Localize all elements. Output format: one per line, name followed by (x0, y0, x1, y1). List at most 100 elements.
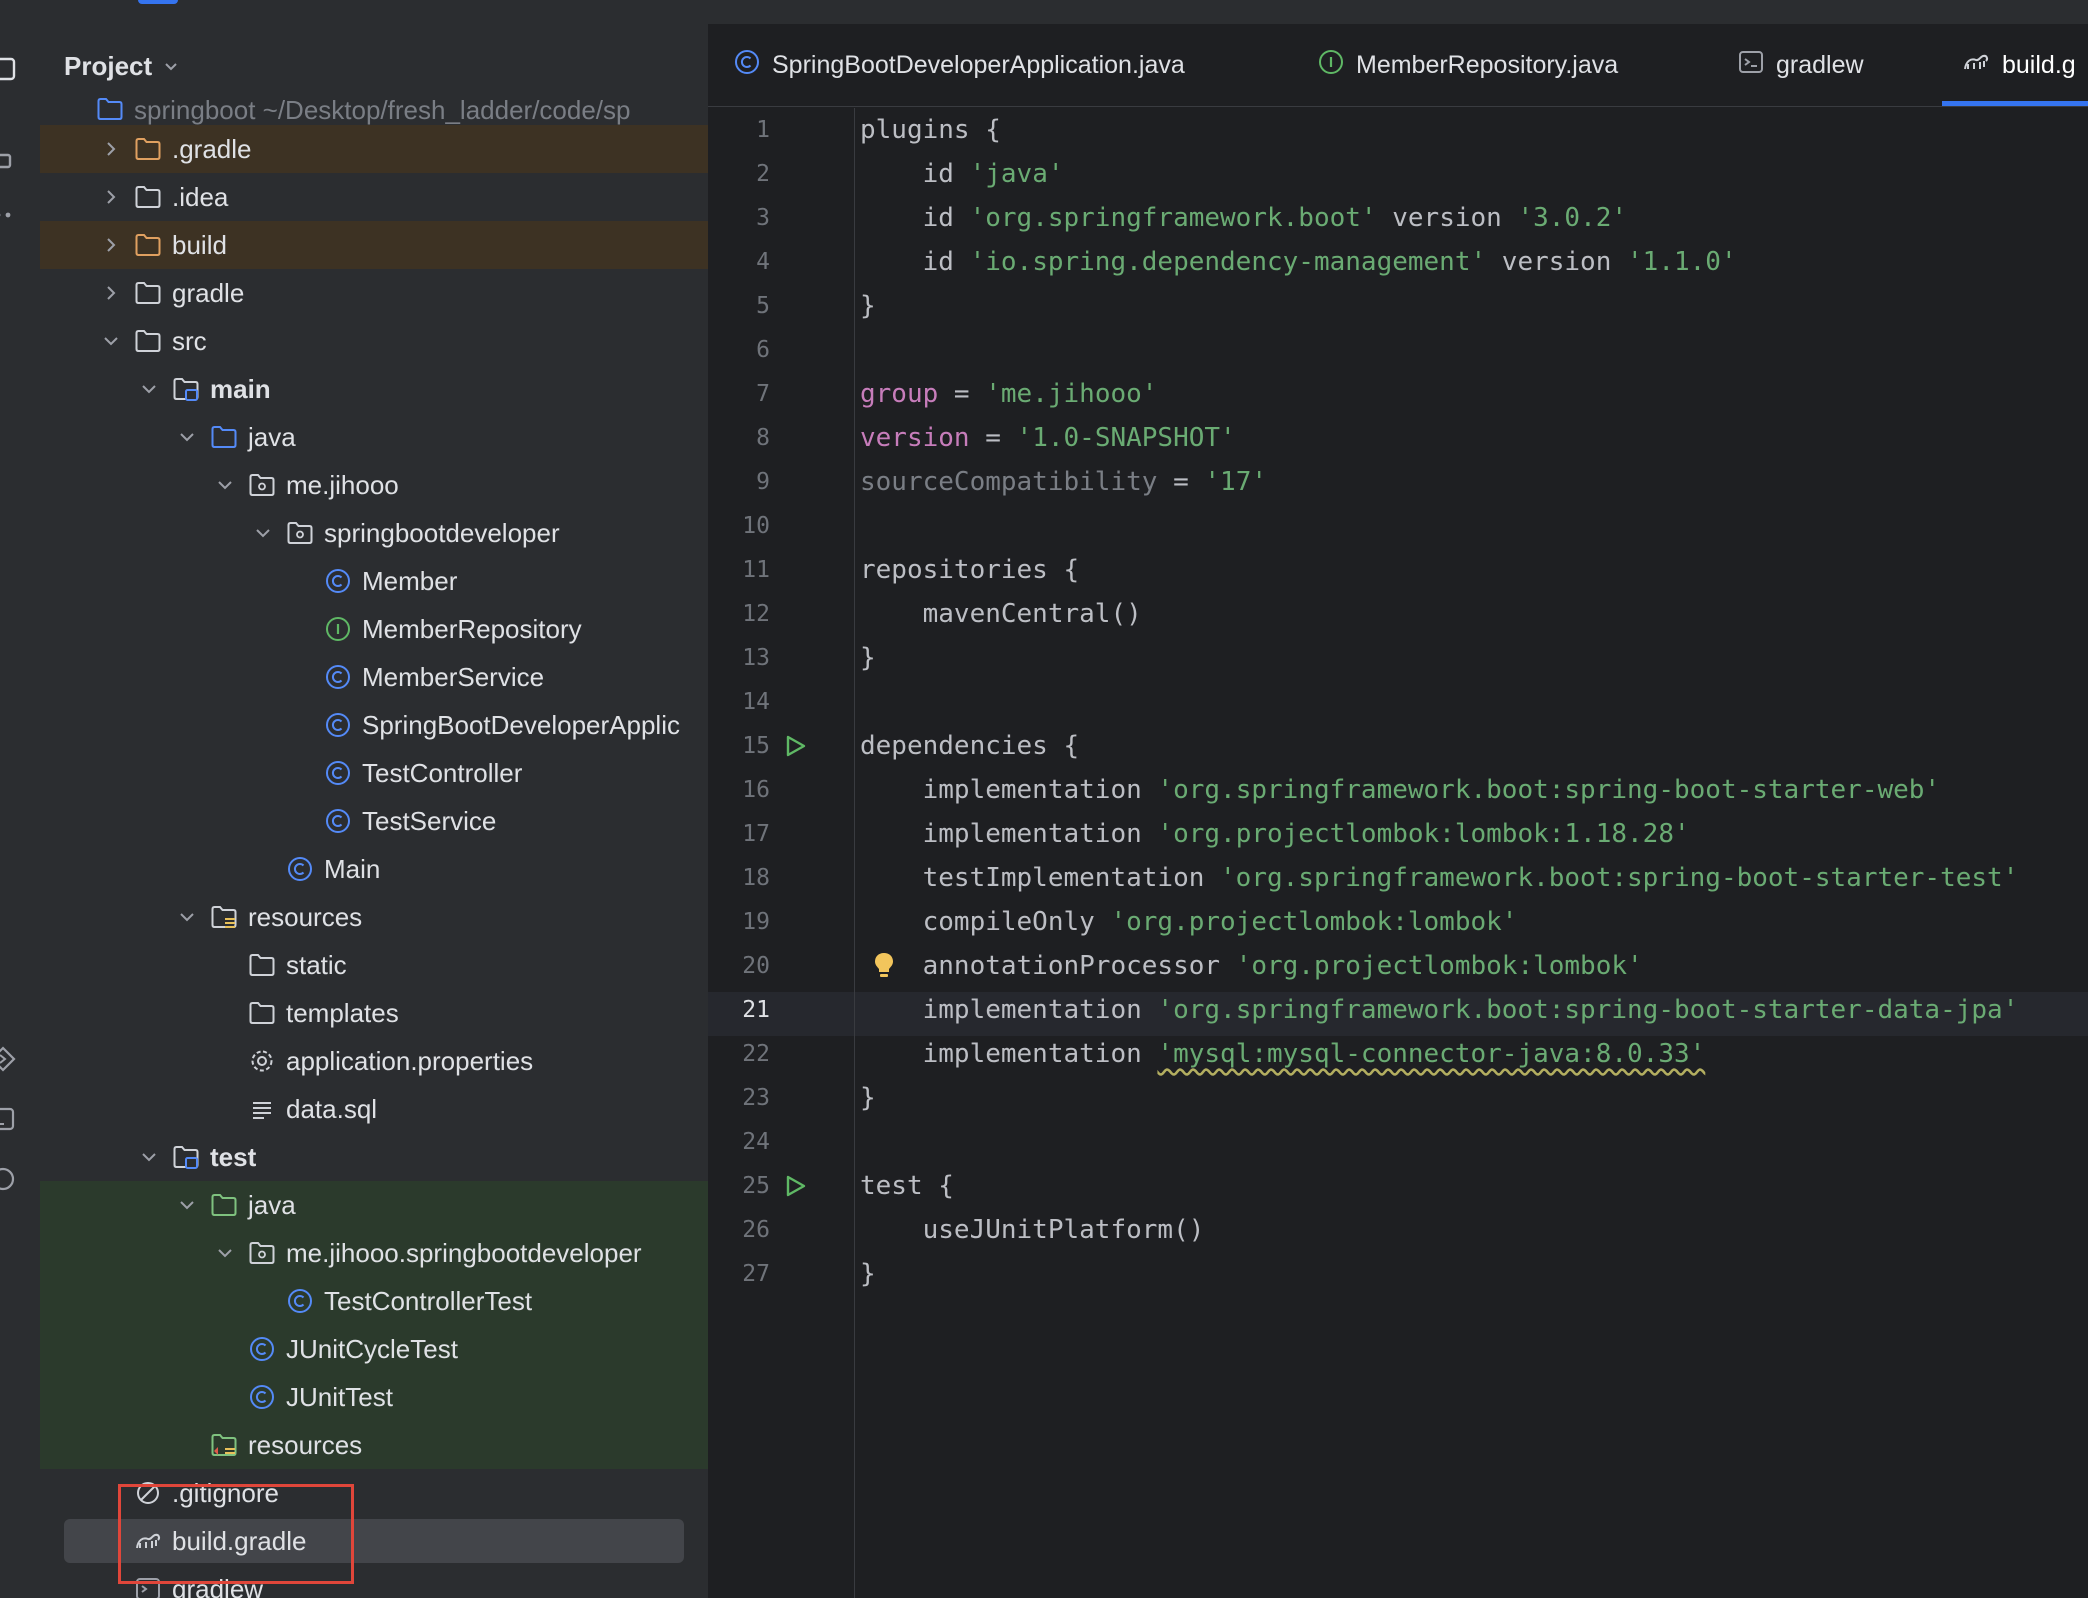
line-number[interactable]: 25 (708, 1164, 770, 1208)
chevron-right-icon[interactable] (100, 282, 122, 304)
tree-item[interactable]: me.jihooo (40, 461, 708, 509)
line-number[interactable]: 7 (708, 372, 770, 416)
chevron-down-icon[interactable] (252, 522, 274, 544)
commit-tool-icon[interactable] (0, 136, 40, 180)
line-number[interactable]: 21 (708, 988, 770, 1032)
line-number[interactable]: 9 (708, 460, 770, 504)
tree-item[interactable]: JUnitCycleTest (40, 1325, 708, 1373)
tree-item[interactable]: resources (40, 893, 708, 941)
tree-item[interactable]: Member (40, 557, 708, 605)
line-number[interactable]: 10 (708, 504, 770, 548)
line-number[interactable]: 23 (708, 1076, 770, 1120)
line-number[interactable]: 15 (708, 724, 770, 768)
problems-tool-icon[interactable] (0, 1154, 40, 1198)
tree-item[interactable]: test (40, 1133, 708, 1181)
tree-item[interactable]: springbootdeveloper (40, 509, 708, 557)
line-number[interactable]: 27 (708, 1252, 770, 1296)
line-number[interactable]: 24 (708, 1120, 770, 1164)
line-number[interactable]: 20 (708, 944, 770, 988)
line-number[interactable]: 14 (708, 680, 770, 724)
code-line[interactable]: group = 'me.jihooo' (860, 372, 1157, 416)
run-gutter-icon[interactable] (780, 724, 810, 768)
tree-item[interactable]: templates (40, 989, 708, 1037)
code-line[interactable]: } (860, 1076, 876, 1120)
chevron-down-icon[interactable] (138, 1146, 160, 1168)
tree-item[interactable]: .idea (40, 173, 708, 221)
code-line[interactable]: testImplementation 'org.springframework.… (860, 856, 2019, 900)
tree-item[interactable]: springboot ~/Desktop/fresh_ladder/code/s… (40, 95, 708, 125)
tree-item[interactable]: Main (40, 845, 708, 893)
chevron-down-icon[interactable] (176, 426, 198, 448)
tree-item[interactable]: SpringBootDeveloperApplic (40, 701, 708, 749)
code-line[interactable]: useJUnitPlatform() (860, 1208, 1205, 1252)
project-tool-icon[interactable] (0, 44, 40, 88)
line-number[interactable]: 2 (708, 152, 770, 196)
chevron-right-icon[interactable] (100, 234, 122, 256)
code-line[interactable]: } (860, 636, 876, 680)
tree-item[interactable]: src (40, 317, 708, 365)
tree-item[interactable]: application.properties (40, 1037, 708, 1085)
run-gutter-icon[interactable] (780, 1164, 810, 1208)
tree-item[interactable]: me.jihooo.springbootdeveloper (40, 1229, 708, 1277)
tree-item[interactable]: data.sql (40, 1085, 708, 1133)
code-line[interactable]: implementation 'org.springframework.boot… (860, 768, 1940, 812)
code-line[interactable]: id 'org.springframework.boot' version '3… (860, 196, 1627, 240)
line-number[interactable]: 19 (708, 900, 770, 944)
chevron-right-icon[interactable] (100, 186, 122, 208)
tree-item[interactable]: TestService (40, 797, 708, 845)
line-number[interactable]: 13 (708, 636, 770, 680)
code-line[interactable]: plugins { (860, 108, 1001, 152)
line-number[interactable]: 16 (708, 768, 770, 812)
tree-item[interactable]: gradle (40, 269, 708, 317)
code-line[interactable]: repositories { (860, 548, 1079, 592)
code-line[interactable]: sourceCompatibility = '17' (860, 460, 1267, 504)
line-number[interactable]: 17 (708, 812, 770, 856)
line-number[interactable]: 11 (708, 548, 770, 592)
chevron-down-icon[interactable] (100, 330, 122, 352)
code-line[interactable]: implementation 'org.projectlombok:lombok… (860, 812, 1690, 856)
line-number[interactable]: 22 (708, 1032, 770, 1076)
code-line[interactable]: mavenCentral() (860, 592, 1142, 636)
line-number[interactable]: 5 (708, 284, 770, 328)
code-line[interactable]: version = '1.0-SNAPSHOT' (860, 416, 1236, 460)
line-number[interactable]: 4 (708, 240, 770, 284)
project-view-selector[interactable]: Project (64, 44, 180, 88)
tab-gradlew[interactable]: gradlew (1738, 24, 1864, 106)
code-line[interactable]: compileOnly 'org.projectlombok:lombok' (860, 900, 1518, 944)
code-line[interactable]: } (860, 284, 876, 328)
line-number[interactable]: 26 (708, 1208, 770, 1252)
line-number[interactable]: 12 (708, 592, 770, 636)
code-line[interactable]: } (860, 1252, 876, 1296)
tree-item[interactable]: TestController (40, 749, 708, 797)
tree-item[interactable]: MemberRepository (40, 605, 708, 653)
code-line[interactable]: test { (860, 1164, 954, 1208)
chevron-right-icon[interactable] (100, 138, 122, 160)
code-line[interactable]: id 'java' (860, 152, 1064, 196)
tab-build-gradle[interactable]: build.g (1942, 24, 2088, 106)
tree-item[interactable]: .gradle (40, 125, 708, 173)
terminal-tool-icon[interactable] (0, 1094, 40, 1138)
tree-item[interactable]: JUnitTest (40, 1373, 708, 1421)
line-number[interactable]: 3 (708, 196, 770, 240)
code-line[interactable]: dependencies { (860, 724, 1079, 768)
chevron-down-icon[interactable] (214, 1242, 236, 1264)
tree-item[interactable]: java (40, 1181, 708, 1229)
line-number[interactable]: 1 (708, 108, 770, 152)
chevron-down-icon[interactable] (214, 474, 236, 496)
tree-item[interactable]: MemberService (40, 653, 708, 701)
line-number[interactable]: 18 (708, 856, 770, 900)
chevron-down-icon[interactable] (176, 906, 198, 928)
tree-item[interactable]: main (40, 365, 708, 413)
more-tools-icon[interactable] (0, 190, 40, 234)
tree-item[interactable]: TestControllerTest (40, 1277, 708, 1325)
tree-item[interactable]: java (40, 413, 708, 461)
tab-springbootdeveloperapplication[interactable]: SpringBootDeveloperApplication.java (734, 24, 1185, 106)
chevron-down-icon[interactable] (138, 378, 160, 400)
code-line[interactable]: id 'io.spring.dependency-management' ver… (860, 240, 1737, 284)
tab-memberrepository[interactable]: MemberRepository.java (1318, 24, 1618, 106)
tree-item[interactable]: build (40, 221, 708, 269)
code-line[interactable]: implementation 'mysql:mysql-connector-ja… (860, 1032, 1706, 1076)
services-tool-icon[interactable] (0, 1034, 40, 1078)
tree-item[interactable]: resources (40, 1421, 708, 1469)
line-number[interactable]: 8 (708, 416, 770, 460)
